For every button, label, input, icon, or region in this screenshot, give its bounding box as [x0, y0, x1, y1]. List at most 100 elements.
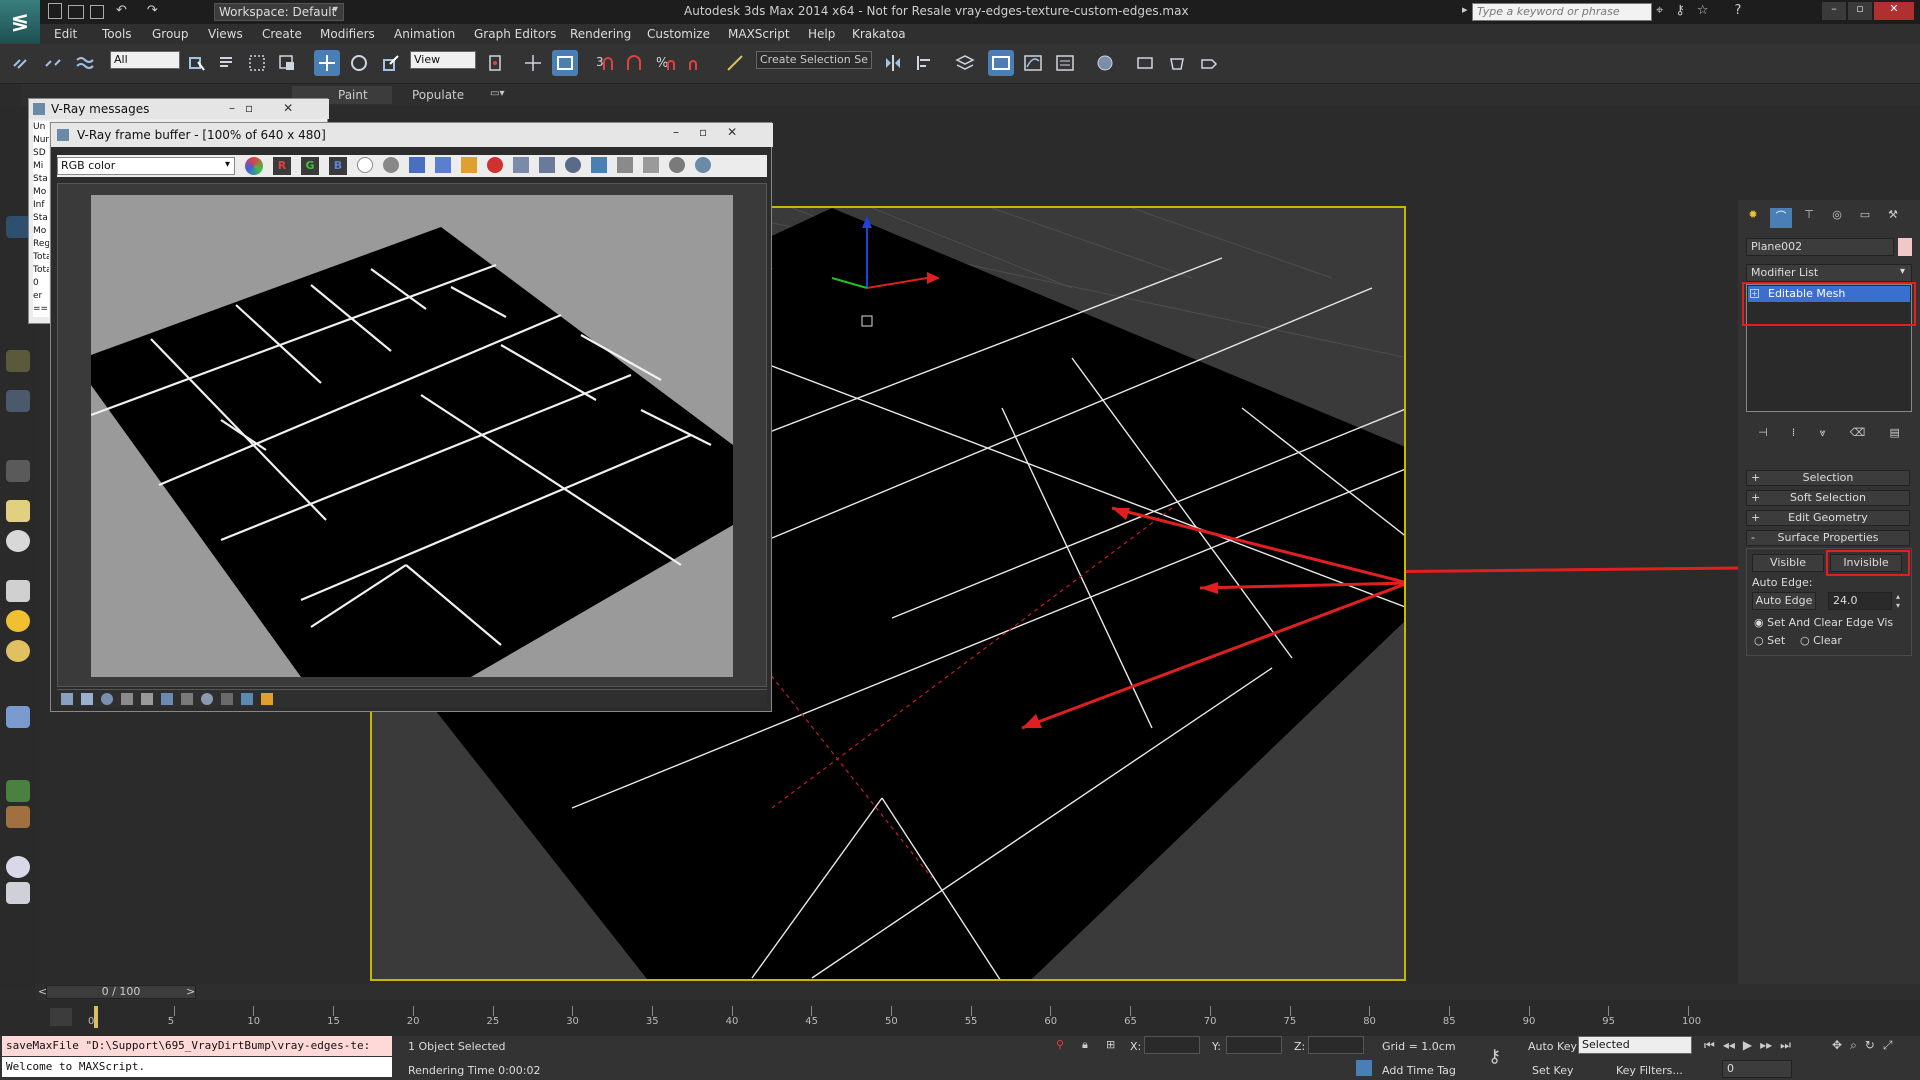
red-channel-button[interactable]: R: [273, 157, 291, 175]
absolute-mode-icon[interactable]: ⊞: [1106, 1038, 1115, 1051]
current-frame-field[interactable]: 0: [1722, 1060, 1792, 1078]
menu-krakatoa[interactable]: Krakatoa: [852, 27, 906, 41]
help-icon[interactable]: ?: [1735, 3, 1742, 18]
radio-set[interactable]: ○ Set: [1754, 634, 1785, 647]
maximize-viewport-icon[interactable]: ⤢: [1883, 1038, 1893, 1053]
isolate-pin-icon[interactable]: ⚲: [1056, 1038, 1064, 1051]
render-teapot-icon[interactable]: [565, 157, 581, 173]
radio-clear[interactable]: ○ Clear: [1800, 634, 1842, 647]
go-to-start-icon[interactable]: ⏮: [1704, 1038, 1715, 1053]
particles-icon[interactable]: [6, 706, 30, 728]
status-icon-9[interactable]: [221, 693, 233, 705]
frame-ruler[interactable]: 0 5 10 15 20 25 30 35 40 45 50 55 60 65 70 75 80 85 90 95 10…: [88, 1006, 1701, 1034]
app-logo-button[interactable]: ≶: [0, 0, 40, 44]
menu-graph-editors[interactable]: Graph Editors: [474, 27, 556, 41]
status-icon-4[interactable]: [121, 693, 133, 705]
maximize-icon[interactable]: ▫: [699, 125, 707, 139]
curve-editor-icon[interactable]: [1020, 50, 1046, 76]
remove-modifier-icon[interactable]: ⌫: [1850, 426, 1866, 442]
auto-key-button[interactable]: Auto Key: [1528, 1040, 1577, 1053]
modifier-list-chevron-icon[interactable]: ▾: [1900, 266, 1905, 277]
menu-group[interactable]: Group: [152, 27, 189, 41]
status-icon-6[interactable]: [161, 693, 173, 705]
object-name-field[interactable]: Plane002: [1746, 238, 1894, 256]
time-tag-icon[interactable]: [1356, 1060, 1372, 1076]
edit-named-selection-icon[interactable]: [722, 50, 748, 76]
go-to-end-icon[interactable]: ⏭: [1780, 1038, 1791, 1053]
material-editor-icon[interactable]: [1092, 50, 1118, 76]
blue-channel-button[interactable]: B: [329, 157, 347, 175]
menu-modifiers[interactable]: Modifiers: [320, 27, 375, 41]
select-manipulate-icon[interactable]: [520, 50, 546, 76]
pin-stack-icon[interactable]: ⊣: [1758, 426, 1768, 442]
sun-icon[interactable]: [6, 610, 30, 632]
channel-chevron-icon[interactable]: ▾: [225, 159, 230, 170]
show-end-result-icon[interactable]: ⁞: [1792, 426, 1796, 442]
light-bulb-icon[interactable]: [6, 350, 30, 372]
status-icon-2[interactable]: [81, 693, 93, 705]
history-icon[interactable]: [617, 157, 633, 173]
rollout-surface-properties[interactable]: - Surface Properties: [1746, 530, 1910, 546]
hierarchy-tab-icon[interactable]: ⊤: [1798, 208, 1820, 228]
current-frame-marker[interactable]: [94, 1006, 98, 1028]
auto-edge-button[interactable]: Auto Edge: [1752, 592, 1816, 610]
prev-key-icon[interactable]: ◂◂: [1723, 1038, 1735, 1053]
color-corrections-icon[interactable]: [245, 157, 263, 175]
teapot-icon[interactable]: [695, 157, 711, 173]
select-object-icon[interactable]: [184, 50, 210, 76]
spinner-arrows-icon[interactable]: ▴ ▾: [1896, 592, 1900, 610]
camera-icon[interactable]: [6, 460, 30, 482]
zoom-icon[interactable]: ⌕: [1850, 1038, 1857, 1053]
maximize-icon[interactable]: ▫: [1848, 2, 1872, 20]
utilities-tab-icon[interactable]: ⚒: [1882, 208, 1904, 228]
select-by-name-icon[interactable]: [214, 50, 240, 76]
workspace-dropdown[interactable]: Workspace: Default: [214, 3, 344, 21]
shelf-icon[interactable]: [6, 216, 30, 238]
rendered-image[interactable]: [91, 195, 733, 677]
pivot-center-icon[interactable]: [482, 50, 508, 76]
rectangular-selection-icon[interactable]: [244, 50, 270, 76]
rollout-soft-selection[interactable]: + Soft Selection: [1746, 490, 1910, 506]
region-render-icon[interactable]: [513, 157, 529, 173]
angle-snap-icon[interactable]: [622, 50, 648, 76]
menu-customize[interactable]: Customize: [647, 27, 710, 41]
redo-icon[interactable]: ↷: [147, 3, 158, 19]
status-icon-10[interactable]: [241, 693, 253, 705]
pan-icon[interactable]: ✥: [1832, 1038, 1842, 1053]
menu-maxscript[interactable]: MAXScript: [728, 27, 790, 41]
schematic-view-icon[interactable]: [1052, 50, 1078, 76]
window-crossing-icon[interactable]: [274, 50, 300, 76]
status-icon-11[interactable]: [261, 693, 273, 705]
key-icon[interactable]: ⚷: [1675, 3, 1685, 18]
link-icon[interactable]: [8, 50, 34, 76]
status-icon-8[interactable]: [201, 693, 213, 705]
undo-icon[interactable]: ↶: [116, 3, 127, 19]
status-icon-7[interactable]: [181, 693, 193, 705]
channel-dropdown[interactable]: RGB color: [57, 157, 235, 175]
green-channel-button[interactable]: G: [301, 157, 319, 175]
rollout-edit-geometry[interactable]: + Edit Geometry: [1746, 510, 1910, 526]
maximize-icon[interactable]: ▫: [245, 101, 253, 115]
gray-circle-icon[interactable]: [383, 157, 399, 173]
stamp-icon[interactable]: [669, 157, 685, 173]
menu-animation[interactable]: Animation: [394, 27, 455, 41]
next-key-icon[interactable]: ▸▸: [1760, 1038, 1772, 1053]
keyboard-shortcut-override-icon[interactable]: [552, 50, 578, 76]
bind-spacewarp-icon[interactable]: [72, 50, 98, 76]
white-circle-icon[interactable]: [357, 157, 373, 173]
status-icon-5[interactable]: [141, 693, 153, 705]
x-coord-field[interactable]: [1144, 1036, 1200, 1054]
rendered-frame-window-icon[interactable]: [1164, 50, 1190, 76]
workspace-chevron-icon[interactable]: ▾: [333, 4, 338, 15]
menu-help[interactable]: Help: [808, 27, 835, 41]
clone-icon[interactable]: [435, 157, 451, 173]
search-input[interactable]: Type a keyword or phrase: [1472, 3, 1652, 21]
maxscript-listener-input[interactable]: Welcome to MAXScript.: [2, 1057, 392, 1077]
scale-icon[interactable]: [378, 50, 404, 76]
selection-lock-icon[interactable]: 🔒︎: [1082, 1038, 1088, 1052]
ribbon-options-icon[interactable]: ▭▾: [490, 88, 504, 99]
next-frame-icon[interactable]: >: [186, 985, 195, 998]
align-icon[interactable]: [912, 50, 938, 76]
snaps-toggle-icon[interactable]: 3: [592, 50, 618, 76]
unlink-icon[interactable]: [40, 50, 66, 76]
